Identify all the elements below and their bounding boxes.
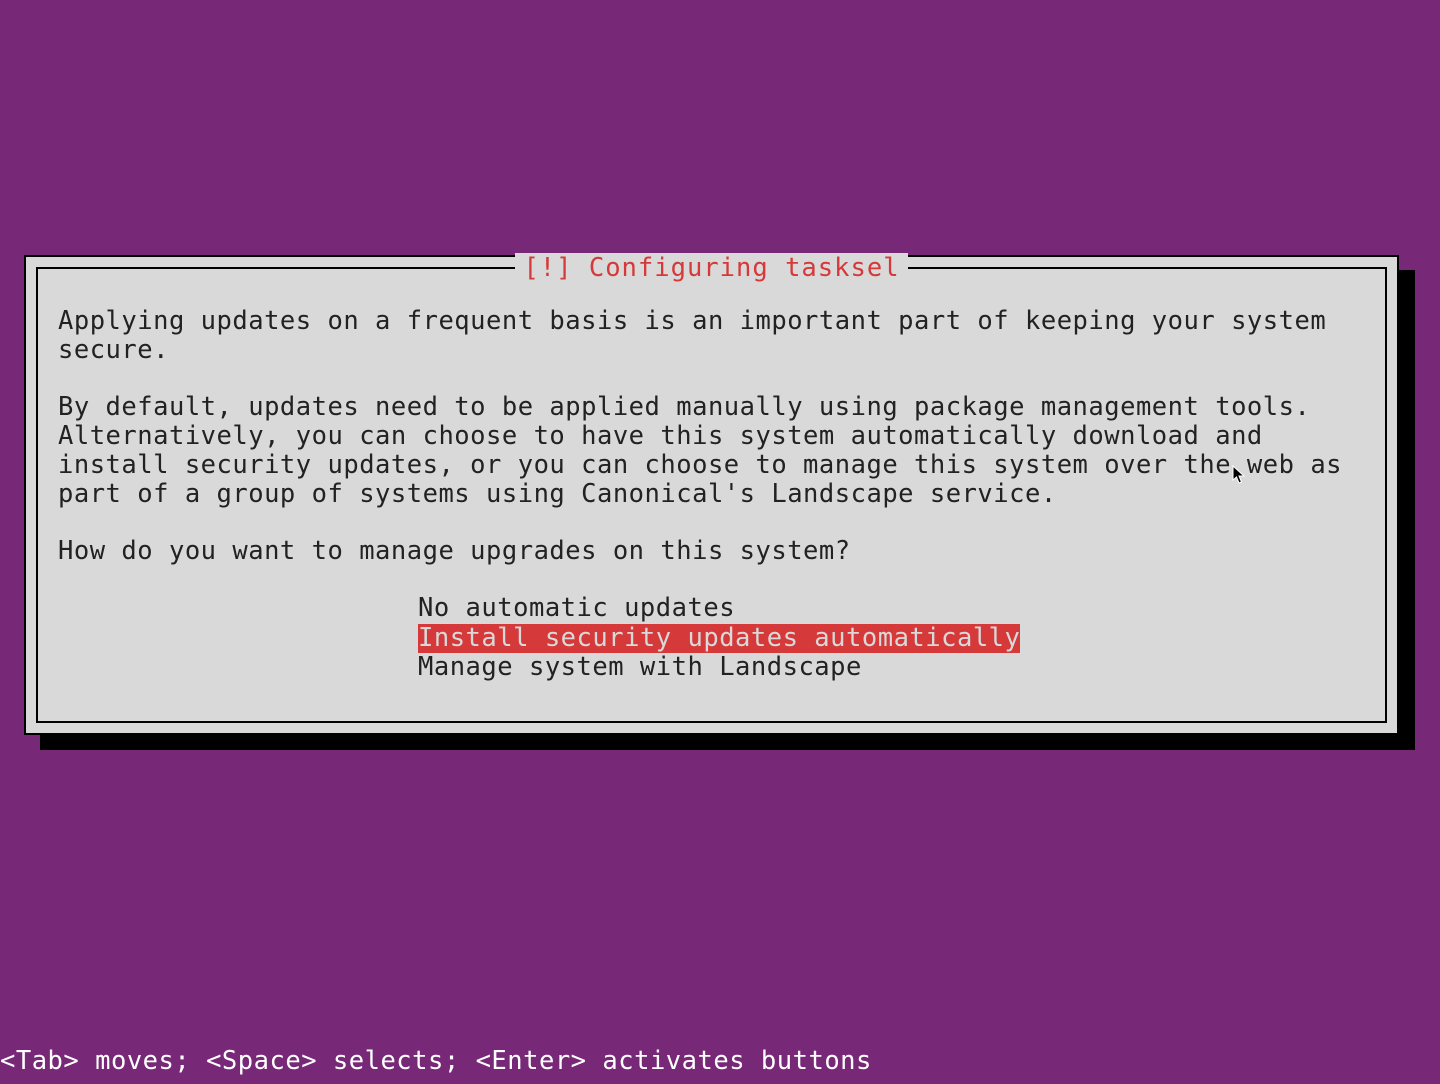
footer-help-text: <Tab> moves; <Space> selects; <Enter> ac… [0,1046,872,1076]
dialog-title: [!] Configuring tasksel [515,253,907,283]
description-line-2: By default, updates need to be applied m… [58,393,1365,509]
options-list: No automatic updates Install security up… [418,594,1365,681]
option-no-automatic-updates[interactable]: No automatic updates [418,594,1365,623]
dialog-border: [!] Configuring tasksel Applying updates… [36,267,1387,723]
description-line-1: Applying updates on a frequent basis is … [58,307,1365,365]
prompt-question: How do you want to manage upgrades on th… [58,537,1365,566]
option-manage-with-landscape[interactable]: Manage system with Landscape [418,653,1365,682]
dialog: [!] Configuring tasksel Applying updates… [24,255,1399,735]
option-install-security-updates[interactable]: Install security updates automatically [418,624,1020,653]
dialog-content: Applying updates on a frequent basis is … [58,307,1365,682]
